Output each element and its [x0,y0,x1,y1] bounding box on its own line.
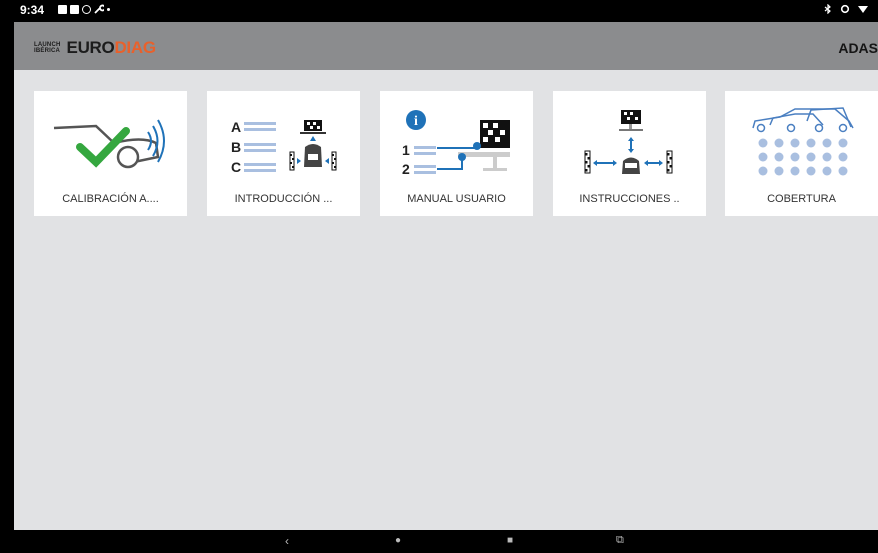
tile-label: INTRODUCCIÓN ... [234,193,333,205]
letter-c: C [231,159,241,175]
system-nav-bar: ‹ ● ■ ⧉ [14,530,878,553]
abc-list-target-icon: A B C [231,119,337,175]
eurodiag-logo: LAUNCH IBÉRICA EURODIAG [34,38,156,58]
screenshot-button[interactable]: ⧉ [616,534,624,547]
app-screen: 9:34 LAUNCH IBÉRICA EURODIAG ADAS CALIBR… [14,0,878,553]
location-icon [840,4,850,14]
status-icons-right [824,4,868,14]
wrench-icon [94,4,104,14]
letter-a: A [231,119,241,135]
number-1: 1 [402,142,410,158]
recents-button[interactable]: ■ [507,535,513,546]
tile-manual-usuario[interactable]: i 1 2 MANUAL USUARIO [380,91,533,216]
logo-line2: IBÉRICA [34,48,61,54]
bluetooth-icon [824,4,831,14]
instructions-target-icon [584,110,673,174]
number-2: 2 [402,161,410,177]
car-sensor-check-icon [53,119,165,169]
tile-calibracion[interactable]: CALIBRACIÓN A.... [34,91,187,216]
tile-cobertura[interactable]: COBERTURA [725,91,878,216]
back-button[interactable]: ‹ [285,534,289,548]
tile-label: COBERTURA [767,193,836,205]
manual-info-icon: i 1 2 [402,110,510,177]
wifi-icon [858,6,868,13]
tile-instrucciones[interactable]: INSTRUCCIONES .. [553,91,706,216]
page-title: ADAS [838,40,878,56]
settings-icon [82,4,91,14]
logo-wordmark: EURODIAG [66,38,157,58]
image-icon [58,4,67,14]
home-button[interactable]: ● [395,535,401,546]
logo-euro: EURO [66,38,115,57]
launch-iberica-logo: LAUNCH IBÉRICA [34,42,61,54]
message-icon [70,4,79,14]
logo-diag: DIAG [114,38,156,57]
letter-b: B [231,139,241,155]
status-icons-left [58,4,110,14]
status-time: 9:34 [20,3,45,17]
tile-label: CALIBRACIÓN A.... [62,193,159,205]
info-glyph: i [414,114,418,129]
tile-label: MANUAL USUARIO [407,193,506,205]
app-bar: LAUNCH IBÉRICA EURODIAG ADAS [14,22,878,70]
status-bar: 9:34 [14,0,878,22]
coverage-cars-icon [752,107,854,176]
tile-label: INSTRUCCIONES .. [579,193,680,205]
dot-icon [107,7,110,11]
tile-introduccion[interactable]: A B C INTRODUCCIÓN ... [207,91,360,216]
